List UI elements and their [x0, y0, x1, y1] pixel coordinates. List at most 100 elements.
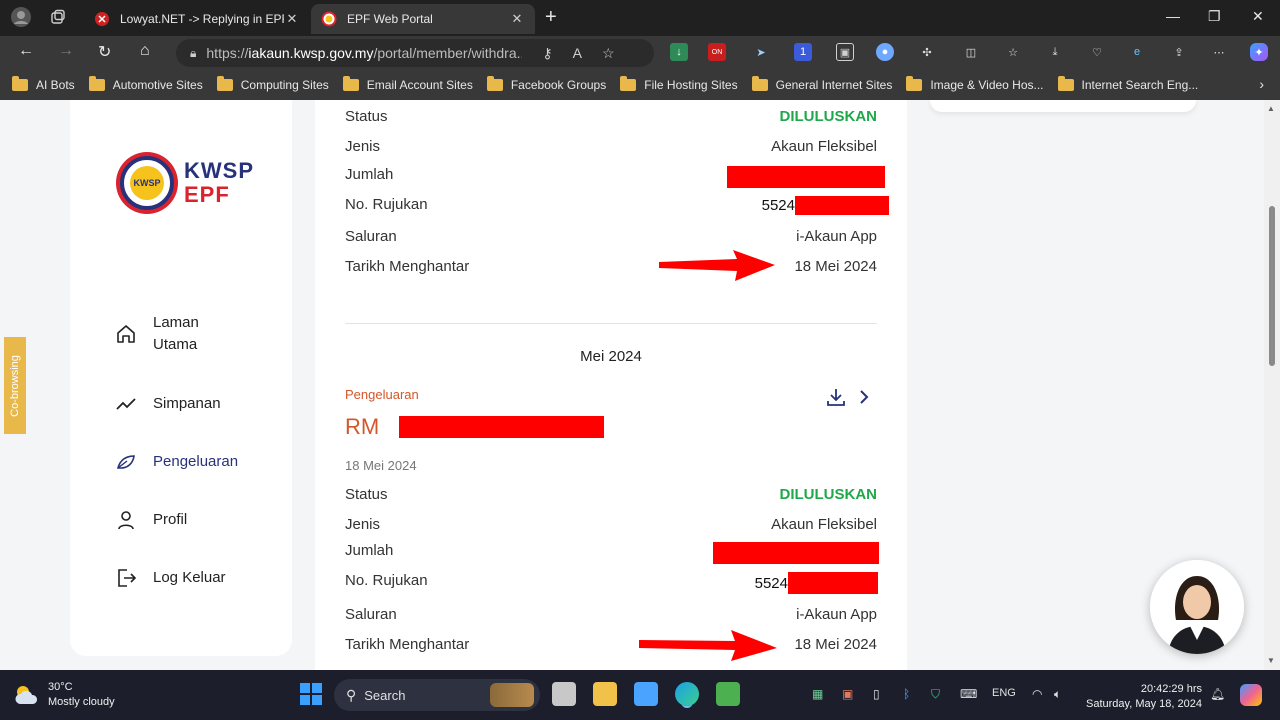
- scrollbar-thumb[interactable]: [1269, 206, 1275, 366]
- minimize-icon[interactable]: —: [1166, 8, 1180, 24]
- lowyat-icon: [94, 11, 110, 27]
- home-icon: [114, 322, 138, 346]
- downloads-icon[interactable]: ⤓: [1046, 43, 1064, 61]
- home-browser-icon[interactable]: ⌂: [140, 42, 150, 60]
- edge-browser-icon[interactable]: [675, 682, 699, 706]
- microsoft-store-icon[interactable]: [634, 682, 658, 706]
- close-window-icon[interactable]: ✕: [1252, 8, 1264, 25]
- url-text[interactable]: https://iakaun.kwsp.gov.my/portal/member…: [206, 45, 522, 61]
- app-tray-icon[interactable]: ▣: [842, 687, 853, 701]
- cursor-extension-icon[interactable]: ➤: [752, 43, 770, 61]
- bookmark-computing[interactable]: Computing Sites: [216, 76, 329, 92]
- record2-date: 18 Mei 2024: [345, 458, 417, 473]
- security-shield-icon[interactable]: ⛉: [931, 687, 940, 702]
- chevron-right-icon[interactable]: [857, 386, 871, 413]
- weather-widget[interactable]: 30°C Mostly cloudy: [14, 680, 115, 710]
- scroll-down-arrow-icon[interactable]: ▼: [1267, 656, 1275, 665]
- scroll-up-arrow-icon[interactable]: ▲: [1267, 104, 1275, 113]
- favorite-star-icon[interactable]: ☆: [602, 45, 615, 62]
- close-tab-icon[interactable]: ✕: [284, 11, 300, 27]
- taskbar-search-box[interactable]: ⚲ Search: [334, 679, 540, 711]
- read-aloud-icon[interactable]: A: [573, 45, 582, 61]
- co-browsing-tab[interactable]: Co-browsing: [4, 337, 26, 434]
- image-extension-icon[interactable]: ▣: [836, 43, 854, 61]
- windows-taskbar: 30°C Mostly cloudy ⚲ Search ▦ ▣ ▯ ᛒ ⛉ ⌨ …: [0, 670, 1280, 720]
- widget-grid-icon[interactable]: ▦: [812, 687, 823, 701]
- temperature-text: 30°C: [48, 681, 73, 693]
- new-tab-plus-icon[interactable]: +: [545, 6, 557, 29]
- task-view-icon[interactable]: [552, 682, 576, 706]
- withdrawal-history-card: Status DILULUSKAN Jenis Akaun Fleksibel Ju…: [315, 100, 907, 670]
- withdrawal-leaf-icon: [114, 450, 138, 474]
- month-header: Mei 2024: [580, 348, 642, 365]
- bookmark-facebook[interactable]: Facebook Groups: [486, 76, 606, 92]
- bluetooth-icon[interactable]: ᛒ: [903, 687, 910, 701]
- bookmark-internet-search[interactable]: Internet Search Eng...: [1057, 76, 1198, 92]
- tab-epf-web-portal[interactable]: EPF Web Portal ✕: [311, 4, 535, 34]
- bookmark-image-video[interactable]: Image & Video Hos...: [906, 76, 1044, 92]
- sidebar-item-profil[interactable]: Profil: [114, 508, 243, 532]
- close-tab-icon[interactable]: ✕: [509, 11, 525, 27]
- bookmark-automotive[interactable]: Automotive Sites: [88, 76, 203, 92]
- download-icon[interactable]: [825, 386, 847, 413]
- browser-toolbar: ← → ↻ ⌂ 🔒︎ https://iakaun.kwsp.gov.my/po…: [0, 36, 1280, 70]
- back-arrow-icon[interactable]: ←: [18, 42, 34, 60]
- bookmark-ai-bots[interactable]: AI Bots: [12, 76, 75, 92]
- logo-kwsp-text: KWSP: [184, 158, 254, 183]
- edge-bar-icon[interactable]: e: [1128, 43, 1146, 61]
- taskbar-clock[interactable]: 20:42:29 hrs Saturday, May 18, 2024: [1084, 682, 1202, 712]
- page-viewport: KWSP KWSP EPF Laman Utama Simpanan Penge…: [0, 100, 1264, 670]
- status-badge: DILULUSKAN: [779, 108, 878, 125]
- extensions-puzzle-icon[interactable]: ✣: [918, 43, 936, 61]
- sidebar-item-log-keluar[interactable]: Log Keluar: [114, 566, 243, 590]
- virtual-assistant-avatar[interactable]: [1150, 560, 1244, 654]
- folder-icon: [620, 76, 637, 91]
- volume-icon[interactable]: 🔈︎: [1054, 687, 1061, 702]
- language-indicator[interactable]: ENG: [992, 687, 1016, 699]
- download-extension-icon[interactable]: ↓: [670, 43, 688, 61]
- sidebar: KWSP KWSP EPF Laman Utama Simpanan Penge…: [70, 100, 292, 656]
- copilot-icon[interactable]: ✦: [1250, 43, 1268, 61]
- page-scrollbar[interactable]: ▲ ▼: [1264, 100, 1280, 670]
- workspaces-icon[interactable]: [50, 9, 66, 28]
- notification-bell-icon[interactable]: 🔔︎: [1210, 687, 1225, 701]
- chevron-right-icon[interactable]: ›: [1259, 76, 1264, 92]
- wifi-icon[interactable]: ◠: [1032, 687, 1042, 701]
- windows-start-icon[interactable]: [300, 683, 322, 705]
- bookmark-file-hosting[interactable]: File Hosting Sites: [620, 76, 738, 92]
- kwsp-epf-logo[interactable]: KWSP KWSP EPF: [116, 152, 254, 214]
- forward-arrow-icon[interactable]: →: [58, 42, 74, 60]
- profile-avatar-icon[interactable]: [10, 6, 32, 31]
- folder-icon: [751, 76, 768, 91]
- performance-heart-icon[interactable]: ♡: [1088, 43, 1106, 61]
- copilot-taskbar-icon[interactable]: [1240, 684, 1262, 706]
- lock-icon[interactable]: 🔒︎: [190, 46, 196, 61]
- share-icon[interactable]: ⇪: [1170, 43, 1188, 61]
- sidebar-item-simpanan[interactable]: Simpanan: [114, 392, 243, 416]
- tab-lowyat[interactable]: Lowyat.NET -> Replying in EPF A ✕: [84, 4, 310, 34]
- translate-extension-icon[interactable]: 1: [794, 43, 812, 61]
- file-explorer-icon[interactable]: [593, 682, 617, 706]
- key-icon[interactable]: ⚷: [542, 45, 552, 62]
- refresh-icon[interactable]: ↻: [98, 42, 111, 62]
- bookmark-email[interactable]: Email Account Sites: [342, 76, 473, 92]
- split-screen-icon[interactable]: ◫: [962, 43, 980, 61]
- search-extension-icon[interactable]: ●: [876, 43, 894, 61]
- address-bar[interactable]: 🔒︎ https://iakaun.kwsp.gov.my/portal/mem…: [176, 39, 654, 67]
- favorites-icon[interactable]: ☆: [1004, 43, 1022, 61]
- notepad-icon[interactable]: [716, 682, 740, 706]
- weather-text: Mostly cloudy: [48, 696, 115, 708]
- sidebar-item-pengeluaran[interactable]: Pengeluaran: [114, 450, 243, 474]
- restore-icon[interactable]: ❐: [1208, 8, 1221, 25]
- more-menu-icon[interactable]: ⋯: [1210, 43, 1228, 61]
- folder-icon: [216, 76, 233, 91]
- usb-device-icon[interactable]: ▯: [873, 687, 880, 701]
- sidebar-item-laman-utama[interactable]: Laman Utama: [114, 312, 243, 356]
- toggle-extension-icon[interactable]: ON: [708, 43, 726, 61]
- folder-icon: [906, 76, 923, 91]
- tab-title: EPF Web Portal: [347, 12, 433, 26]
- keyboard-icon[interactable]: ⌨: [960, 687, 977, 701]
- bookmark-general-internet[interactable]: General Internet Sites: [751, 76, 892, 92]
- annotation-red-arrow: [659, 250, 775, 281]
- record2-rujukan-row: No. Rujukan 5524: [345, 572, 878, 594]
